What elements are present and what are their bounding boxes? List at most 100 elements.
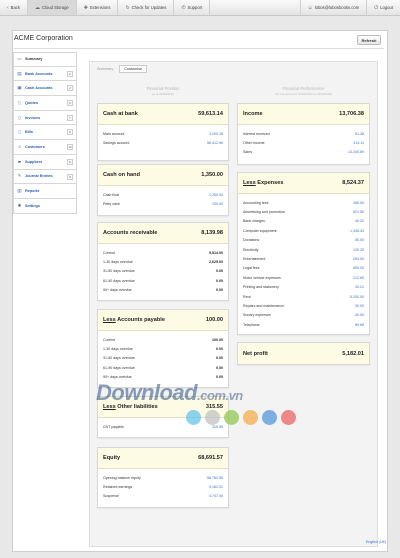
equity-card: Equity 68,691.57 Opening balance equity 5… — [97, 447, 229, 508]
row-value-link[interactable]: 650.00 — [353, 266, 364, 270]
power-icon: ⏻ — [374, 4, 379, 11]
row-label: Telephone — [243, 322, 260, 327]
card-total: 13,706.38 — [339, 111, 364, 117]
row-value-link[interactable]: 414.11 — [353, 141, 364, 145]
row-value-link[interactable]: 521.50 — [353, 210, 364, 214]
sidebar-item-quotes[interactable]: ▯ Quotes 0 — [13, 96, 77, 111]
card-header: Less Accounts payable 100.00 — [98, 310, 228, 331]
row-value-link[interactable]: 51.38 — [355, 132, 364, 136]
financial-performance-period: For the period of 01/10/2012 to 31/03/20… — [274, 92, 333, 96]
extensions-button[interactable]: ✚ Extensions — [77, 0, 119, 15]
table-row: Savings account 56,412.96 — [103, 138, 223, 147]
table-row: 31-60 days overdue 0.00 — [103, 267, 223, 276]
row-label: Legal fees — [243, 266, 260, 271]
sidebar-item-invoices[interactable]: ▯ Invoices 7 — [13, 110, 77, 126]
card-total: 8,524.37 — [342, 180, 364, 186]
sidebar-item-summary[interactable]: ▭ Summary — [13, 52, 77, 67]
cloud-storage-button[interactable]: ☁ Cloud Storage — [27, 0, 77, 15]
sidebar-item-journal-entries[interactable]: ✎ Journal Entries 9 — [13, 169, 77, 185]
row-value-link[interactable]: 120.25 — [353, 248, 364, 252]
tab-summary[interactable]: Summary — [93, 65, 117, 73]
row-label: 61-90 days overdue — [103, 278, 135, 283]
row-value-link[interactable]: 212.89 — [353, 276, 364, 280]
count-badge: 9 — [67, 158, 73, 165]
row-value-link[interactable]: 254.00 — [353, 257, 364, 261]
row-value-link[interactable]: 4,747.00 — [209, 494, 223, 498]
card-title-text: Accounts payable — [115, 317, 165, 323]
user-account[interactable]: ☺ lobos@lobosbooks.com — [299, 0, 367, 15]
card-total: 5,182.01 — [342, 350, 364, 357]
row-value-link[interactable]: 13,240.89 — [348, 150, 364, 154]
sidebar-item-cash-accounts[interactable]: ▣ Cash Accounts 2 — [13, 81, 77, 97]
logout-button[interactable]: ⏻ Logout — [366, 0, 400, 15]
row-value-link[interactable]: 1,250.00 — [209, 193, 223, 197]
language-link[interactable]: English (UK) — [366, 540, 386, 544]
row-value-link[interactable]: 40.20 — [355, 219, 364, 223]
row-value-link[interactable]: 5,182.01 — [209, 485, 223, 489]
card-title-prefix: Less — [243, 180, 256, 186]
row-value-link[interactable]: 89.89 — [355, 323, 364, 327]
row-label: Printing and stationery — [243, 285, 279, 290]
sidebar-item-suppliers[interactable]: ▰ Suppliers 9 — [13, 154, 77, 170]
sidebar-item-customers[interactable]: ☺ Customers 12 — [13, 140, 77, 155]
chart-icon: ▥ — [17, 188, 22, 194]
row-label: Other income — [243, 141, 265, 146]
gear-icon: ✱ — [17, 202, 22, 208]
table-row: 61-90 days overdue 0.00 — [103, 363, 223, 372]
table-row: Motor vehicle expenses 212.89 — [243, 273, 364, 282]
financial-position-title: Financial Position — [146, 86, 180, 91]
table-row: Main account 3,200.18 — [103, 129, 223, 138]
row-value-link[interactable]: 165.00 — [353, 201, 364, 205]
row-label: Cash float — [103, 192, 120, 197]
table-row: 31-60 days overdue 0.00 — [103, 354, 223, 363]
row-value-link[interactable]: 100.00 — [212, 202, 223, 206]
row-value-link[interactable]: 5,200.00 — [350, 295, 364, 299]
check-updates-label: Check for Updates — [131, 5, 167, 10]
user-email: lobos@lobosbooks.com — [314, 5, 360, 10]
row-label: Savings account — [103, 141, 130, 146]
sidebar-item-bank-accounts[interactable]: ▤ Bank Accounts 2 — [13, 66, 77, 82]
row-value-link[interactable]: 58,762.56 — [207, 476, 223, 480]
table-row: Other income 414.11 — [243, 138, 364, 147]
row-value-link[interactable]: 40.21 — [355, 285, 364, 289]
refresh-icon: ↻ — [125, 4, 130, 11]
watermark-dot — [186, 410, 201, 425]
check-updates-button[interactable]: ↻ Check for Updates — [118, 0, 175, 15]
row-value-link[interactable]: -30.00 — [354, 313, 364, 317]
row-value-link[interactable]: 3,200.18 — [209, 132, 223, 136]
sidebar-item-settings[interactable]: ✱ Settings — [13, 198, 77, 214]
back-button[interactable]: ‹ Back — [0, 0, 28, 15]
row-value-link[interactable]: 56,412.96 — [207, 141, 223, 145]
cloud-icon: ☁ — [34, 4, 40, 11]
sidebar-item-bills[interactable]: ▯ Bills 6 — [13, 125, 77, 141]
row-label: 90+ days overdue — [103, 375, 132, 380]
row-value-link[interactable]: 50.00 — [355, 238, 364, 242]
refresh-button[interactable]: Refresh — [357, 35, 381, 45]
row-label: Advertising and promotion — [243, 210, 285, 215]
table-row: 61-90 days overdue 0.00 — [103, 276, 223, 285]
card-total: 1,350.00 — [201, 172, 223, 178]
row-label: Motor vehicle expenses — [243, 275, 281, 280]
card-title: Income — [243, 111, 263, 117]
table-row: Suspense 4,747.00 — [103, 492, 223, 501]
row-value-link[interactable]: 30.00 — [355, 304, 364, 308]
row-value-link[interactable]: 315.55 — [212, 425, 223, 429]
card-header: Cash at bank 59,613.14 — [98, 104, 228, 125]
tab-customise[interactable]: Customise — [119, 65, 148, 73]
watermark-dot — [262, 410, 277, 425]
row-label: Electricity — [243, 247, 259, 252]
sidebar-item-reports[interactable]: ▥ Reports — [13, 184, 77, 199]
watermark-dots — [186, 410, 296, 425]
people-icon: ☺ — [17, 144, 22, 150]
table-row: Interest received 51.38 — [243, 129, 364, 138]
top-toolbar: ‹ Back ☁ Cloud Storage ✚ Extensions ↻ Ch… — [0, 0, 400, 16]
row-label: Sundry expenses — [243, 313, 271, 318]
table-row: Petty cash 100.00 — [103, 199, 223, 208]
table-row: Donations 50.00 — [243, 236, 364, 245]
back-arrow-icon: ‹ — [7, 4, 9, 11]
row-value-link[interactable]: 1,345.43 — [350, 229, 364, 233]
table-row: Computer equipment 1,345.43 — [243, 226, 364, 235]
support-button[interactable]: ✆ Support — [174, 0, 211, 15]
table-row: 1-30 days overdue 2,625.00 — [103, 257, 223, 266]
row-label: Donations — [243, 238, 260, 243]
